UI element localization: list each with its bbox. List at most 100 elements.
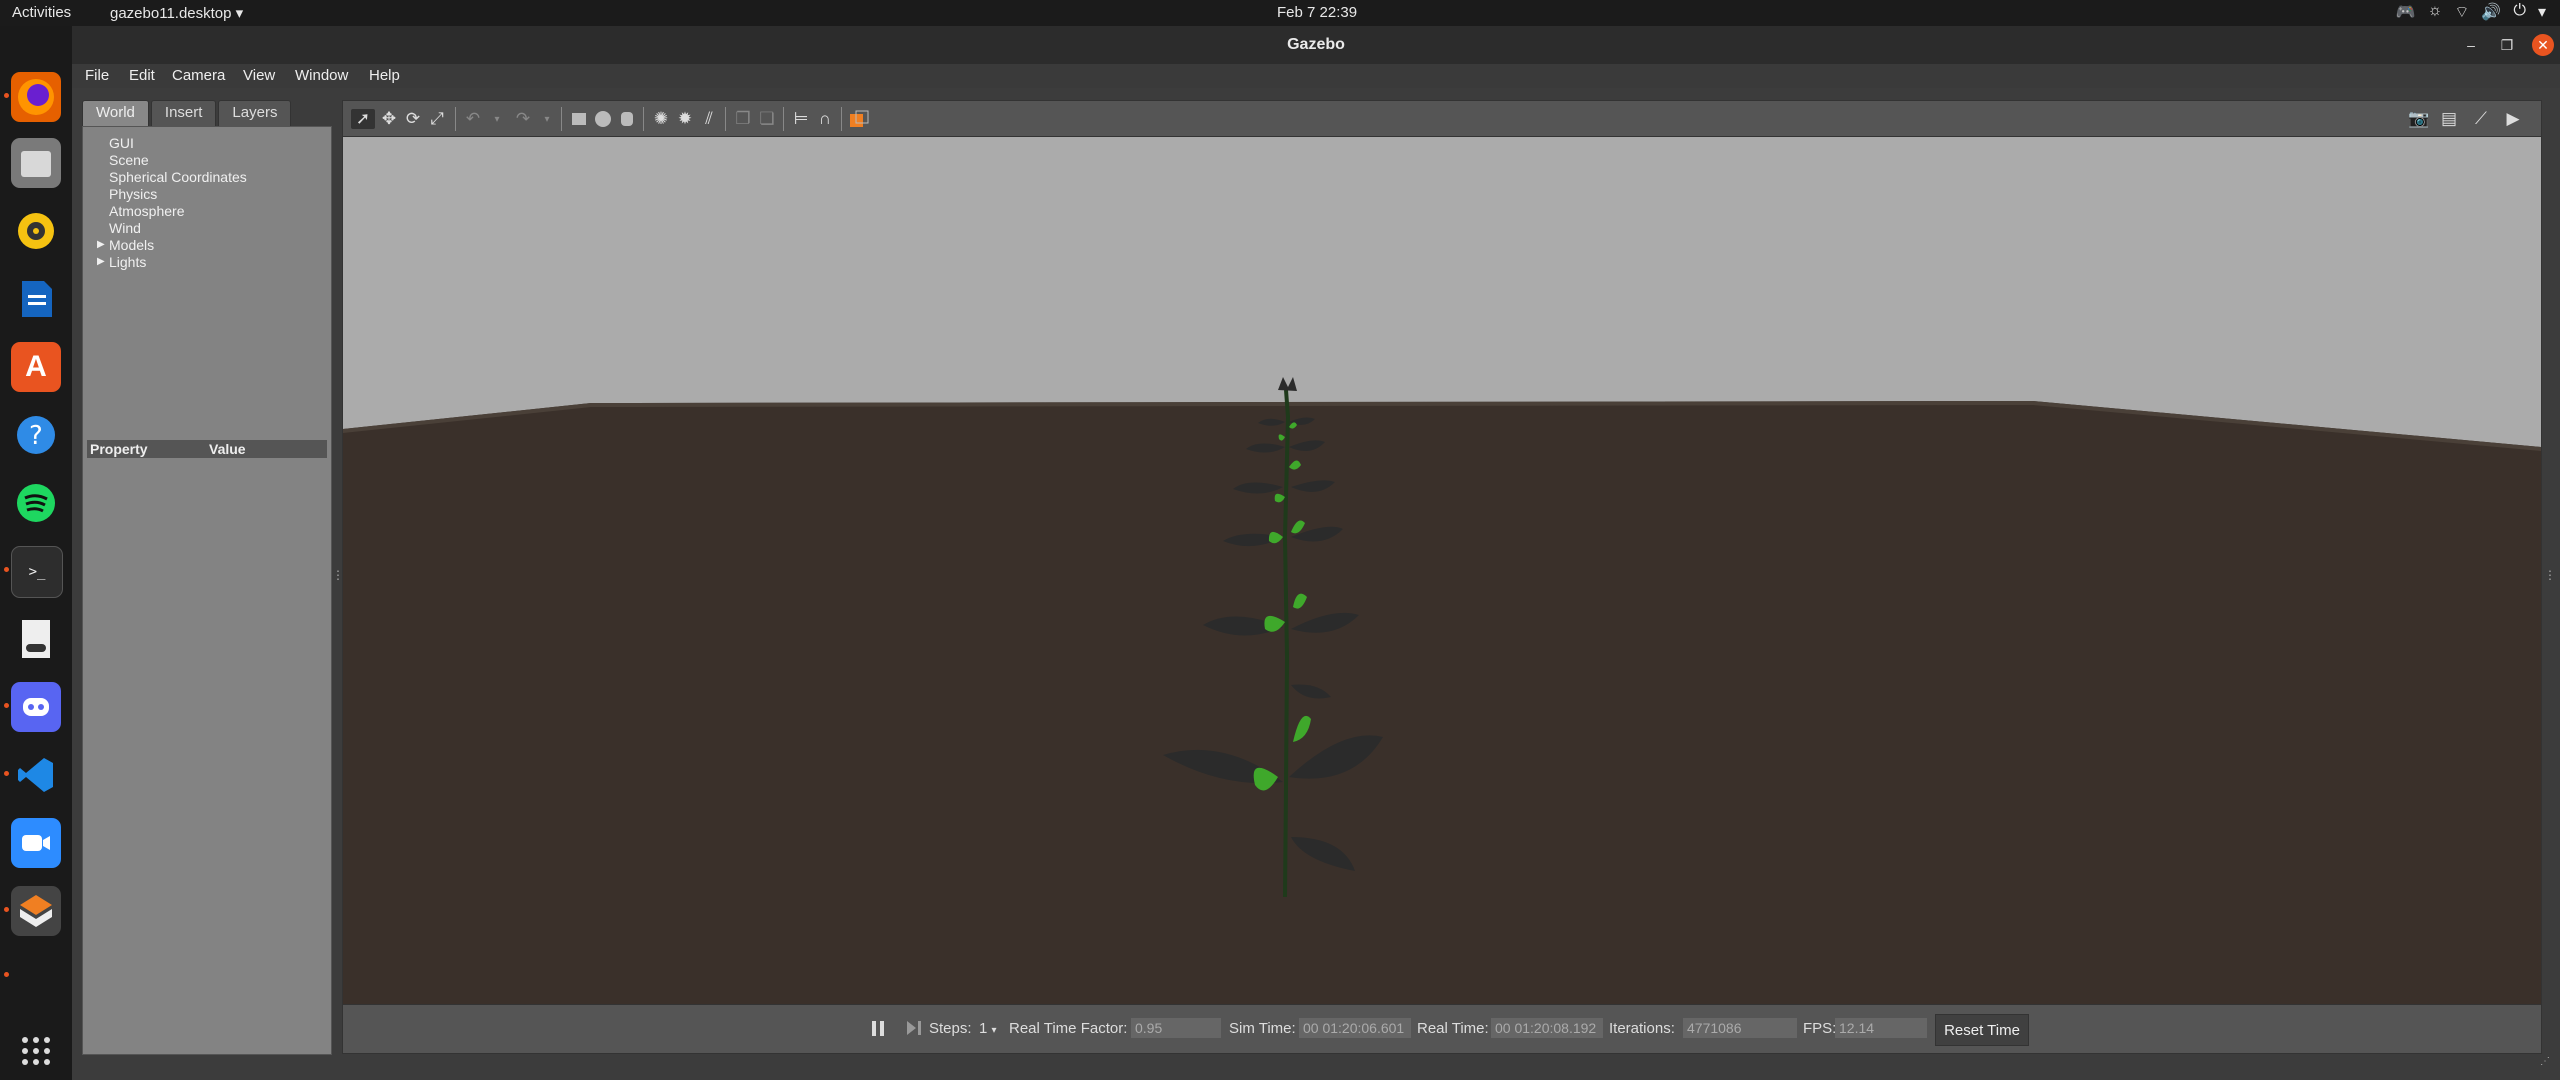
menu-help[interactable]: Help	[369, 67, 400, 84]
firefox-icon[interactable]	[11, 72, 61, 122]
brightness-icon[interactable]: ☼	[2428, 2, 2443, 22]
translate-icon[interactable]: ✥	[379, 109, 399, 129]
libreoffice-writer-icon[interactable]	[11, 274, 61, 324]
real-time-field: 00 01:20:08.192	[1491, 1018, 1603, 1038]
software-store-icon[interactable]: A	[11, 342, 61, 392]
vscode-icon[interactable]	[11, 750, 61, 800]
rtf-field: 0.95	[1131, 1018, 1221, 1038]
menu-edit[interactable]: Edit	[129, 67, 155, 84]
menu-window[interactable]: Window	[295, 67, 348, 84]
dock: A ? >_	[0, 26, 72, 1080]
tree-item-lights[interactable]: Lights	[109, 254, 146, 270]
log-icon[interactable]: ▤	[2439, 109, 2459, 129]
iterations-field: 4771086	[1683, 1018, 1797, 1038]
running-indicator	[4, 703, 9, 708]
menu-bar: File Edit Camera View Window Help	[72, 64, 2560, 88]
screenshot-icon[interactable]: 📷	[2408, 109, 2429, 129]
help-icon[interactable]: ?	[11, 410, 61, 460]
tree-item-spherical-coordinates[interactable]: Spherical Coordinates	[109, 169, 247, 185]
cylinder-icon[interactable]	[617, 109, 637, 129]
resize-grip-icon[interactable]: ⋰	[2540, 1056, 2550, 1067]
toolbar-separator	[725, 107, 726, 131]
power-icon[interactable]: ⏻	[2513, 2, 2526, 22]
steps-label: Steps:	[929, 1020, 972, 1037]
undo-icon[interactable]: ↶	[463, 109, 483, 129]
panel-splitter-handle[interactable]: ⋮	[2544, 568, 2556, 582]
paste-icon[interactable]: ❏	[757, 109, 777, 129]
view-angle-icon[interactable]	[849, 109, 869, 129]
value-column-header: Value	[209, 441, 246, 457]
spot-light-icon[interactable]: ✹	[675, 109, 695, 129]
plot-icon[interactable]: ⟋	[2471, 109, 2491, 129]
gazebo-icon[interactable]	[11, 886, 61, 936]
box-icon[interactable]	[569, 109, 589, 129]
align-icon[interactable]: ⊨	[791, 109, 811, 129]
rhythmbox-icon[interactable]	[11, 206, 61, 256]
simulation-status-bar: Steps: 1 ▾ Real Time Factor: 0.95 Sim Ti…	[342, 1004, 2542, 1054]
directional-light-icon[interactable]: ⫽	[699, 109, 719, 129]
reset-time-button[interactable]: Reset Time	[1935, 1014, 2029, 1046]
wifi-icon[interactable]: ⌔	[2454, 2, 2469, 22]
undo-dropdown-icon[interactable]: ▾	[487, 109, 507, 129]
redo-dropdown-icon[interactable]: ▾	[537, 109, 557, 129]
pause-icon[interactable]	[867, 1017, 889, 1039]
redo-icon[interactable]: ↷	[513, 109, 533, 129]
expand-arrow-icon[interactable]: ▶	[97, 239, 105, 250]
tree-item-physics[interactable]: Physics	[109, 186, 157, 202]
expand-arrow-icon[interactable]: ▶	[97, 256, 105, 267]
show-applications-icon[interactable]	[11, 1026, 61, 1076]
activities-button[interactable]: Activities	[12, 4, 71, 21]
tree-item-scene[interactable]: Scene	[109, 152, 149, 168]
rotate-icon[interactable]: ⟳	[403, 109, 423, 129]
point-light-icon[interactable]: ✺	[651, 109, 671, 129]
discord-tray-icon[interactable]: 🎮	[2396, 2, 2416, 22]
property-table-header: Property Value	[87, 440, 327, 458]
app-menu-label: gazebo11.desktop	[110, 5, 232, 22]
running-indicator	[4, 972, 9, 977]
select-arrow-icon[interactable]: ➚	[351, 109, 375, 129]
tree-item-models[interactable]: Models	[109, 237, 154, 253]
document-viewer-icon[interactable]	[11, 614, 61, 664]
tab-layers[interactable]: Layers	[218, 100, 292, 126]
zoom-icon[interactable]	[11, 818, 61, 868]
chevron-down-icon[interactable]: ▾	[2538, 2, 2546, 22]
3d-viewport[interactable]	[342, 136, 2542, 1006]
system-top-bar: Activities gazebo11.desktop ▾ Feb 7 22:3…	[0, 0, 2560, 26]
steps-spinbox[interactable]: 1 ▾	[979, 1020, 997, 1037]
left-panel-tabs: World Insert Layers	[82, 100, 292, 126]
tab-world[interactable]: World	[82, 100, 149, 126]
iterations-label: Iterations:	[1609, 1020, 1675, 1037]
tree-item-gui[interactable]: GUI	[109, 135, 134, 151]
menu-view[interactable]: View	[243, 67, 275, 84]
system-tray[interactable]: 🎮 ☼ ⌔ 🔊 ⏻ ▾	[2396, 2, 2546, 22]
tab-insert[interactable]: Insert	[150, 100, 217, 126]
toolbar-separator	[643, 107, 644, 131]
app-menu[interactable]: gazebo11.desktop ▾	[110, 4, 243, 22]
terminal-icon[interactable]: >_	[11, 546, 63, 598]
snap-icon[interactable]: ∩	[815, 109, 835, 129]
scale-icon[interactable]: ⤢	[427, 109, 447, 129]
maximize-button[interactable]: ❐	[2496, 34, 2518, 56]
spotify-icon[interactable]	[11, 478, 61, 528]
video-icon[interactable]: ▶	[2503, 109, 2523, 129]
window-title-bar[interactable]: Gazebo – ❐ ✕	[72, 26, 2560, 64]
fps-label: FPS:	[1803, 1020, 1837, 1037]
chevron-down-icon: ▾	[235, 5, 244, 22]
menu-file[interactable]: File	[85, 67, 109, 84]
files-icon[interactable]	[11, 138, 61, 188]
toolbar-separator	[561, 107, 562, 131]
sphere-icon[interactable]	[593, 109, 613, 129]
minimize-button[interactable]: –	[2460, 34, 2482, 56]
toolbar: ➚ ✥ ⟳ ⤢ ↶ ▾ ↷ ▾ ✺ ✹ ⫽ ❐ ❏ ⊨ ∩ 📷 ▤ ⟋ ▶	[342, 100, 2542, 138]
tree-item-atmosphere[interactable]: Atmosphere	[109, 203, 184, 219]
copy-icon[interactable]: ❐	[733, 109, 753, 129]
menu-camera[interactable]: Camera	[172, 67, 225, 84]
volume-icon[interactable]: 🔊	[2481, 2, 2501, 22]
toolbar-separator	[841, 107, 842, 131]
close-button[interactable]: ✕	[2532, 34, 2554, 56]
tree-item-wind[interactable]: Wind	[109, 220, 141, 236]
clock[interactable]: Feb 7 22:39	[1277, 4, 1357, 21]
step-icon[interactable]	[903, 1017, 925, 1039]
discord-icon[interactable]	[11, 682, 61, 732]
sim-time-label: Sim Time:	[1229, 1020, 1296, 1037]
